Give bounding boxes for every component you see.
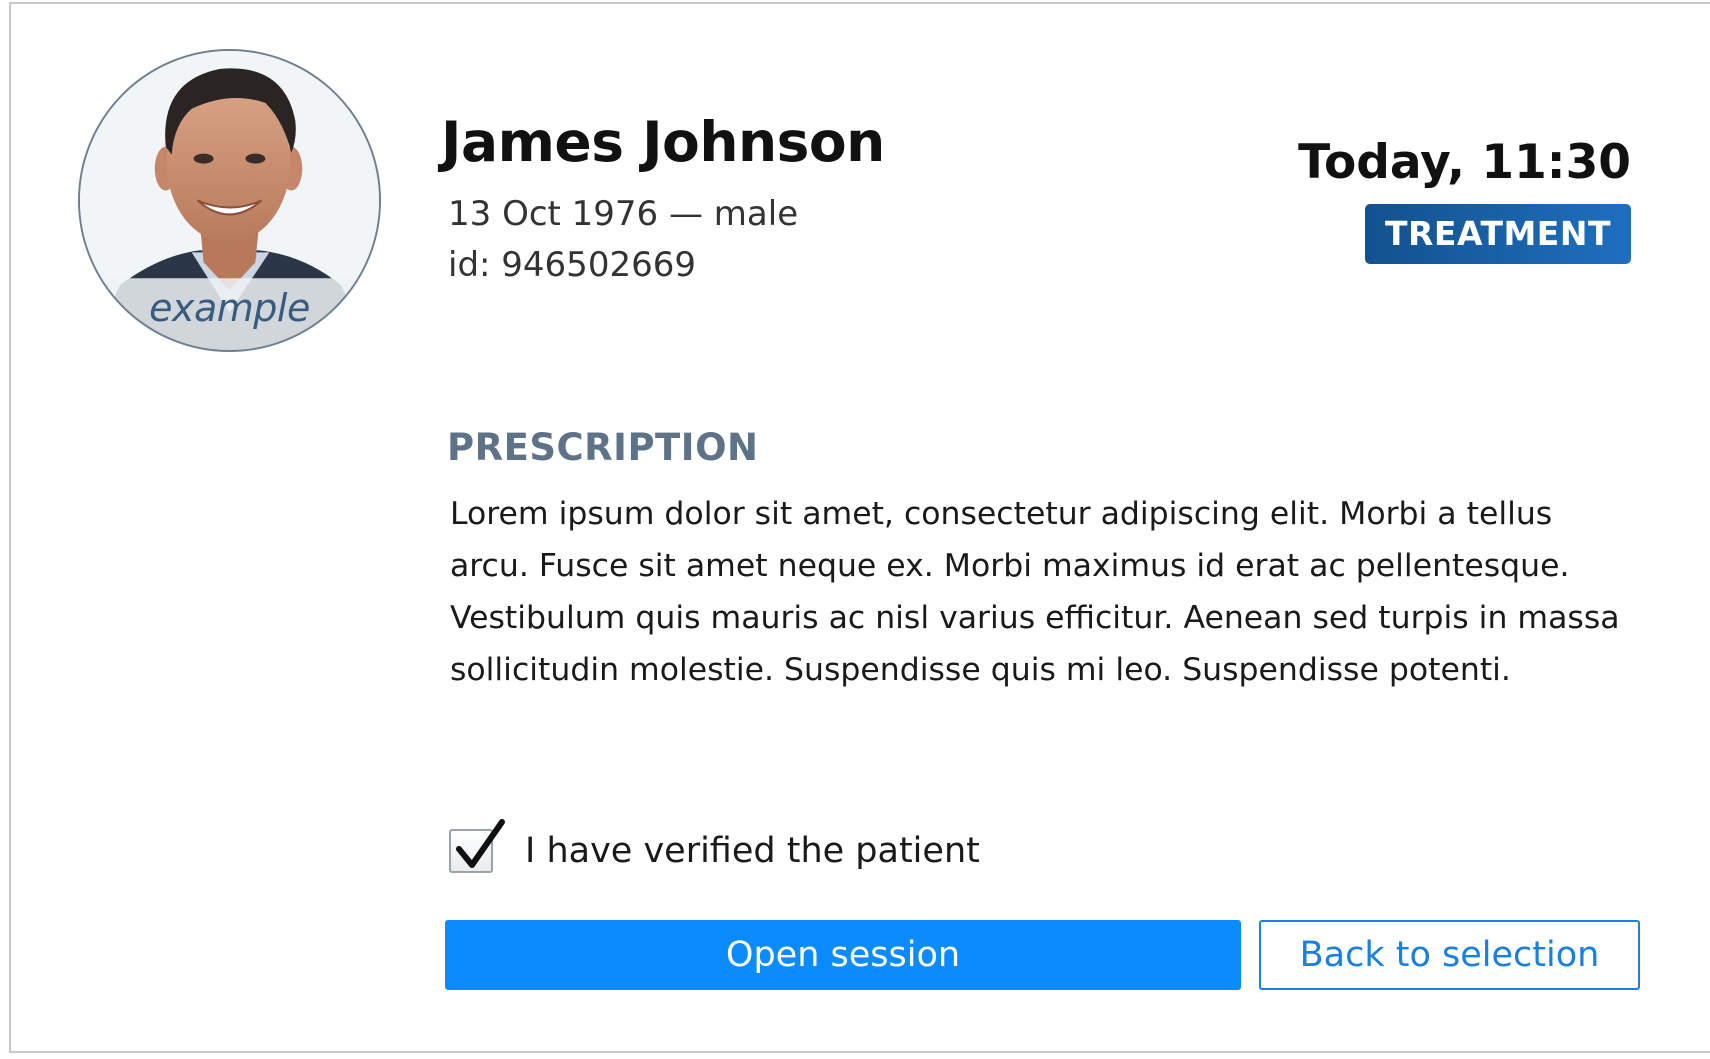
appointment-time: Today, 11:30 <box>1298 135 1631 190</box>
checkmark-icon <box>456 819 505 868</box>
verify-patient-checkbox-row[interactable]: I have verified the patient <box>449 819 980 876</box>
patient-avatar: example <box>78 49 381 352</box>
verify-patient-checkbox[interactable] <box>449 819 505 873</box>
prescription-text: Lorem ipsum dolor sit amet, consectetur … <box>450 496 1620 688</box>
patient-card: example James Johnson 13 Oct 1976 — male… <box>9 2 1710 1053</box>
patient-id: id: 946502669 <box>448 245 696 285</box>
prescription-title: PRESCRIPTION <box>447 426 759 469</box>
back-to-selection-button[interactable]: Back to selection <box>1259 920 1640 990</box>
appointment-type-badge: TREATMENT <box>1365 204 1631 264</box>
open-session-button[interactable]: Open session <box>445 920 1241 990</box>
avatar-caption: example <box>149 286 310 330</box>
patient-name: James Johnson <box>441 110 885 174</box>
verify-patient-label: I have verified the patient <box>525 831 980 871</box>
patient-dob-gender: 13 Oct 1976 — male <box>448 194 799 234</box>
